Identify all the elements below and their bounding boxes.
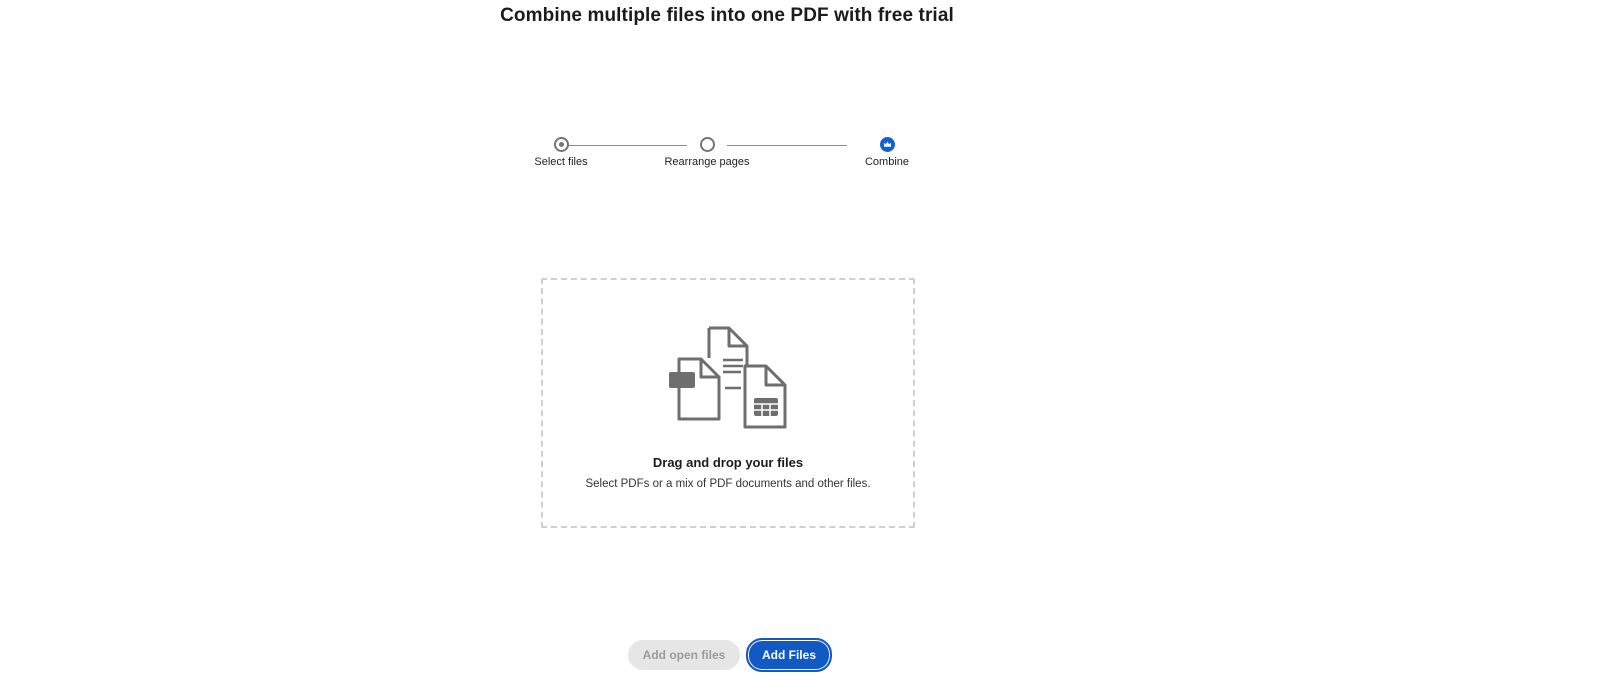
step-label: Combine xyxy=(864,156,910,168)
step-label: Select files xyxy=(534,156,588,168)
add-files-button[interactable]: Add Files xyxy=(746,638,832,672)
step-combine: Combine xyxy=(827,136,947,168)
progress-stepper: Select files Rearrange pages Combine xyxy=(530,136,910,176)
step-upcoming-indicator-icon xyxy=(699,137,715,152)
step-rearrange-pages: Rearrange pages xyxy=(647,136,767,168)
file-drop-zone[interactable]: Drag and drop your files Select PDFs or … xyxy=(541,278,915,528)
page-title: Combine multiple files into one PDF with… xyxy=(500,5,954,26)
step-label: Rearrange pages xyxy=(664,156,750,168)
combine-files-page: Combine multiple files into one PDF with… xyxy=(0,0,1600,691)
add-open-files-button[interactable]: Add open files xyxy=(628,640,740,670)
step-select-files: Select files xyxy=(501,136,621,168)
crown-icon xyxy=(879,137,895,152)
step-current-indicator-icon xyxy=(553,137,569,152)
drop-zone-subtext: Select PDFs or a mix of PDF documents an… xyxy=(585,478,871,490)
drop-zone-heading: Drag and drop your files xyxy=(652,455,804,470)
multiple-files-icon xyxy=(667,326,793,430)
